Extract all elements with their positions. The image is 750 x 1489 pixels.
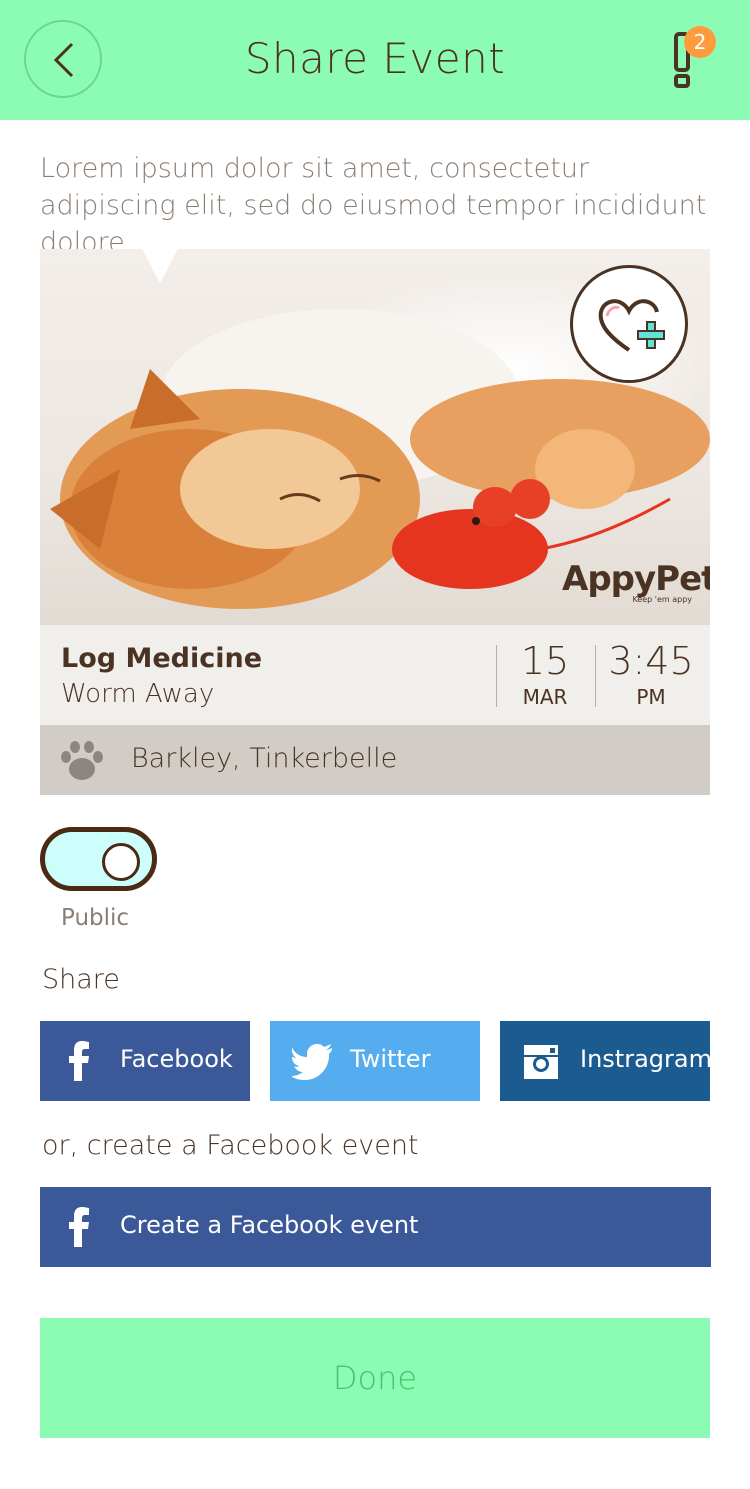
create-facebook-event-button[interactable]: Create a Facebook event bbox=[40, 1187, 711, 1267]
event-ampm: PM bbox=[636, 685, 666, 709]
pets-row: Barkley, Tinkerbelle bbox=[40, 725, 710, 795]
photo-notch bbox=[142, 249, 178, 283]
alerts-button[interactable]: 2 bbox=[668, 26, 718, 90]
done-button[interactable]: Done bbox=[40, 1318, 710, 1438]
event-title: Log Medicine bbox=[61, 643, 263, 674]
facebook-event-prompt: or, create a Facebook event bbox=[42, 1130, 419, 1161]
heart-plus-icon bbox=[598, 299, 665, 352]
appypet-logo: AppyPet Keep 'em appy bbox=[562, 559, 710, 604]
page-title: Share Event bbox=[244, 34, 506, 83]
facebook-label: Facebook bbox=[120, 1045, 233, 1073]
event-month: MAR bbox=[522, 685, 568, 709]
event-details: Log Medicine Worm Away 15 MAR 3:45 PM bbox=[40, 625, 710, 725]
twitter-icon bbox=[292, 1044, 332, 1080]
event-photo: AppyPet Keep 'em appy bbox=[40, 249, 710, 625]
pet-names: Barkley, Tinkerbelle bbox=[131, 743, 398, 774]
favorite-button[interactable] bbox=[570, 265, 688, 383]
facebook-icon bbox=[69, 1207, 89, 1247]
twitter-share-button[interactable]: Twitter bbox=[270, 1021, 480, 1101]
app-header: Share Event 2 bbox=[0, 0, 750, 120]
intro-text: Lorem ipsum dolor sit amet, consectetur … bbox=[40, 153, 707, 258]
event-time: 3:45 bbox=[608, 639, 694, 683]
event-subtitle: Worm Away bbox=[61, 679, 215, 709]
public-label: Public bbox=[61, 905, 130, 931]
twitter-label: Twitter bbox=[350, 1045, 431, 1073]
facebook-share-button[interactable]: Facebook bbox=[40, 1021, 250, 1101]
create-facebook-event-label: Create a Facebook event bbox=[120, 1211, 419, 1239]
share-heading: Share bbox=[42, 964, 120, 995]
instagram-share-button[interactable]: Instragram bbox=[500, 1021, 712, 1101]
facebook-icon bbox=[69, 1041, 89, 1081]
event-day: 15 bbox=[520, 639, 570, 683]
instagram-icon bbox=[524, 1045, 558, 1079]
notification-badge: 2 bbox=[684, 26, 716, 58]
paw-icon bbox=[61, 741, 103, 780]
instagram-label: Instragram bbox=[580, 1045, 712, 1073]
public-toggle[interactable] bbox=[40, 827, 157, 891]
toggle-knob bbox=[102, 843, 140, 881]
